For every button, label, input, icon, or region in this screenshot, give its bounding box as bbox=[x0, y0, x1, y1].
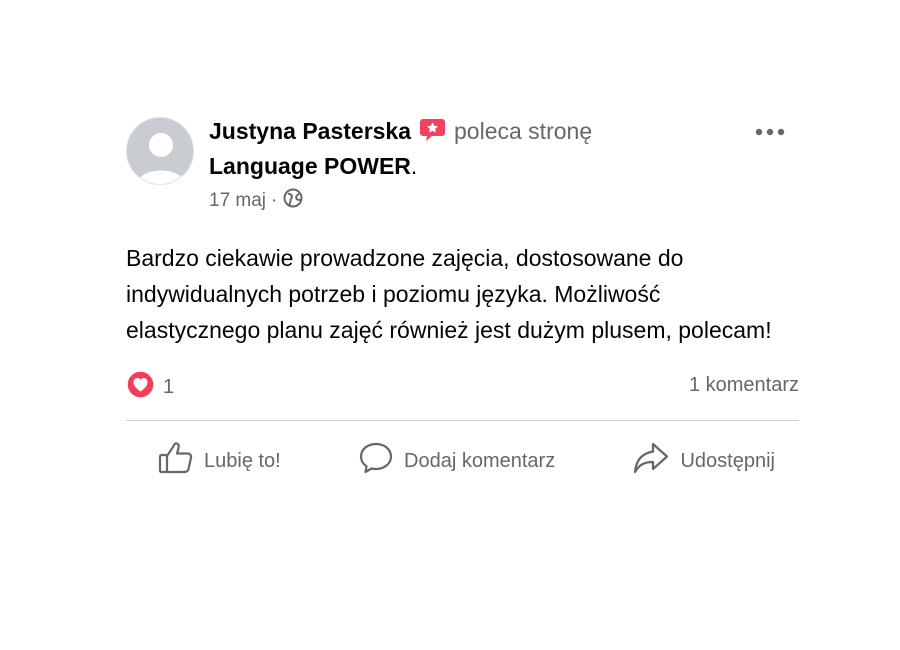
author-name[interactable]: Justyna Pasterska bbox=[209, 118, 411, 144]
globe-icon[interactable] bbox=[283, 188, 303, 214]
comment-button[interactable]: Dodaj komentarz bbox=[358, 441, 555, 481]
post-headline: Justyna Pasterska poleca stronę Language… bbox=[209, 115, 749, 182]
reaction-count: 1 bbox=[163, 376, 175, 398]
thumbs-up-icon bbox=[158, 441, 194, 481]
share-button[interactable]: Udostępnij bbox=[632, 441, 775, 481]
review-post: Justyna Pasterska poleca stronę Language… bbox=[126, 112, 799, 481]
comment-button-label: Dodaj komentarz bbox=[404, 449, 556, 472]
share-button-label: Udostępnij bbox=[680, 449, 775, 472]
recommend-badge-icon bbox=[419, 118, 446, 150]
post-stats: 1 1 komentarz bbox=[126, 370, 799, 404]
more-options-icon[interactable] bbox=[753, 122, 787, 142]
like-button-label: Lubię to! bbox=[204, 449, 281, 472]
post-date[interactable]: 17 maj bbox=[209, 190, 266, 212]
post-meta: 17 maj · bbox=[209, 188, 303, 214]
reactions-summary[interactable]: 1 bbox=[126, 370, 174, 405]
headline-period: . bbox=[410, 153, 418, 179]
default-avatar-icon bbox=[127, 118, 193, 184]
share-arrow-icon bbox=[632, 441, 670, 481]
like-button[interactable]: Lubię to! bbox=[158, 441, 281, 481]
avatar[interactable] bbox=[126, 117, 194, 185]
divider bbox=[126, 420, 799, 421]
comment-bubble-icon bbox=[358, 441, 394, 481]
post-action-bar: Lubię to! Dodaj komentarz Udostępnij bbox=[126, 441, 799, 481]
comments-count-link[interactable]: 1 komentarz bbox=[689, 374, 799, 397]
heart-reaction-icon bbox=[126, 370, 155, 405]
recommend-action-text: poleca stronę bbox=[454, 118, 593, 144]
page-name-link[interactable]: Language POWER bbox=[209, 153, 411, 179]
post-header: Justyna Pasterska poleca stronę Language… bbox=[126, 112, 799, 222]
post-body-text: Bardzo ciekawie prowadzone zajęcia, dost… bbox=[126, 245, 772, 343]
meta-separator: · bbox=[271, 190, 278, 211]
